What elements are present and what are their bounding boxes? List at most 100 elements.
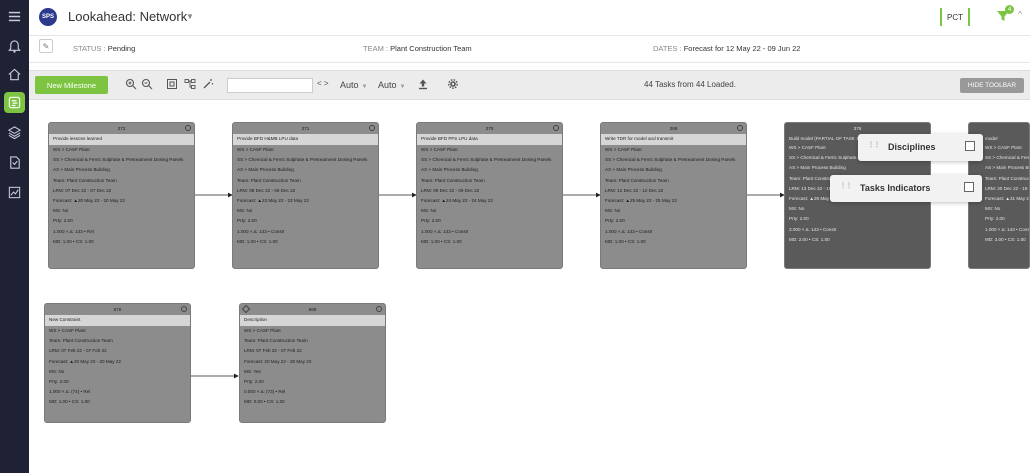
task-field: 1.000 × Δ: (74) • Rel [49, 389, 91, 395]
task-id: 372 [49, 123, 194, 134]
task-options-icon[interactable] [553, 125, 559, 131]
task-id [969, 123, 1029, 134]
drag-handle-icon[interactable]: ⋮⋮ [868, 142, 880, 151]
zoom-out-icon[interactable] [141, 78, 153, 90]
task-field: MD: 1.00 • CS: 1.00 [237, 238, 278, 244]
task-field: MD: 3.00 • CS: 1.00 [985, 236, 1026, 242]
task-id: 369 [601, 123, 746, 134]
task-field: MS: No [421, 208, 437, 214]
task-field: MD: 0.00 • CS: 1.00 [244, 399, 285, 405]
task-card[interactable]: 372 Provide lessons learned WS > CASF Pl… [48, 122, 195, 269]
milestone-card[interactable]: 669 Description WS > CASF Plant Team: Pl… [239, 303, 386, 423]
drag-handle-icon[interactable]: ⋮⋮ [840, 183, 852, 192]
task-field: MS: Yes [244, 368, 261, 374]
zoom-in-icon[interactable] [125, 78, 137, 90]
new-milestone-button[interactable]: New Milestone [35, 76, 108, 94]
task-field: WS > CASF Plant [53, 147, 90, 152]
task-field: Forecast: 20 May 22 - 20 May 22 [244, 358, 312, 364]
task-field: MS: No [789, 206, 805, 212]
edit-pencil-icon[interactable]: ✎ [39, 39, 53, 53]
task-field: LRM: 12 Dec 22 - 12 Dec 22 [605, 187, 664, 193]
task-field: 3.000 × Δ: 143 • Constr [789, 226, 837, 232]
task-field: MD: 1.00 • CS: 1.00 [53, 238, 94, 244]
task-field: Prty: 2.00 [53, 218, 73, 224]
upload-icon[interactable] [417, 78, 429, 90]
task-field: Prty: 2.00 [985, 216, 1005, 222]
chevron-up-icon[interactable]: ^ [1018, 10, 1022, 19]
document-icon[interactable] [4, 152, 25, 173]
app-root: SPS Lookahead: Network ▼ PCT 4 ^ ✎ STATU… [0, 0, 1030, 473]
company-logo[interactable]: SPS [39, 8, 57, 26]
task-field: MS: No [49, 368, 65, 374]
task-field: Prty: 2.00 [421, 218, 441, 224]
layers-icon[interactable] [4, 122, 25, 143]
task-field: Team: Plant Construction Team [421, 177, 485, 183]
task-options-icon[interactable] [185, 125, 191, 131]
network-canvas[interactable]: 372 Provide lessons learned WS > CASF Pl… [29, 101, 1030, 473]
search-nav-arrows[interactable]: < > [317, 79, 329, 88]
task-field: Team: Plant Construction Team [244, 338, 308, 344]
task-field: AS > Main Process Building [985, 165, 1029, 171]
task-card[interactable]: 371 Provide BFD H&MB LPU data WS > CASF … [232, 122, 379, 269]
milestone-diamond-icon [241, 304, 251, 314]
magic-wand-icon[interactable] [202, 78, 214, 90]
disciplines-label: Disciplines [888, 142, 936, 152]
task-card[interactable]: 369 Write TDR for model and transmit WS … [600, 122, 747, 269]
task-field: Forecast: ▲25 May 22 - 25 May 22 [605, 197, 677, 203]
title-chevron-down-icon[interactable]: ▼ [186, 12, 194, 21]
schedule-icon[interactable] [4, 92, 25, 113]
task-field: Forecast: ▲24 May 22 - 24 May 22 [421, 197, 493, 203]
task-field: Prty: 2.00 [237, 218, 257, 224]
zoom-mode-select-1[interactable]: Auto ▼ [340, 80, 367, 90]
task-field: LRM: 08 Dec 22 - 08 Dec 22 [237, 187, 296, 193]
task-field: AS > Main Process Building [605, 167, 662, 173]
task-id-text: 372 [117, 126, 126, 131]
team-info: TEAM : Plant Construction Team [363, 44, 472, 53]
task-id: 670 [45, 304, 190, 315]
task-field: LRM: 07 Feb 22 - 07 Feb 22 [244, 348, 302, 354]
task-id: 669 [240, 304, 385, 315]
hide-toolbar-button[interactable]: HIDE TOOLBAR [960, 78, 1024, 93]
bell-icon[interactable] [4, 36, 25, 57]
task-search-input[interactable] [227, 78, 313, 93]
task-field: WS > CASF Plant [237, 147, 274, 152]
task-id-text: 670 [113, 307, 122, 312]
task-card[interactable]: 370 Provide BFD PFS LPU data WS > CASF P… [416, 122, 563, 269]
pct-toggle[interactable]: PCT [940, 8, 970, 26]
disciplines-checkbox[interactable] [965, 141, 975, 151]
status-label: STATUS [73, 44, 102, 53]
zoom-mode-select-2[interactable]: Auto ▼ [378, 80, 405, 90]
tasks-indicators-option[interactable]: ⋮⋮ Tasks Indicators [830, 175, 982, 202]
task-name: Description [240, 315, 385, 326]
chart-icon[interactable] [4, 182, 25, 203]
task-options-icon[interactable] [369, 125, 375, 131]
home-icon[interactable] [4, 64, 25, 85]
task-card[interactable]: 670 New Constraint WS > CASF Plant Team:… [44, 303, 191, 423]
task-id-text: 370 [485, 126, 494, 131]
task-field: WS > CASF Plant [605, 147, 642, 152]
tasks-indicators-checkbox[interactable] [964, 182, 974, 192]
task-id-text: 369 [669, 126, 678, 131]
task-field: MS: No [605, 208, 621, 214]
network-layout-icon[interactable] [184, 78, 196, 90]
settings-gear-icon[interactable] [447, 78, 459, 90]
task-field: 1.000 × Δ: 143 • Constr [237, 228, 285, 234]
task-id: 371 [233, 123, 378, 134]
task-field: WS > CASF Plant [244, 328, 281, 333]
team-value: Plant Construction Team [390, 44, 472, 53]
dates-info: DATES : Forecast for 12 May 22 - 09 Jun … [653, 44, 801, 53]
task-options-icon[interactable] [376, 306, 382, 312]
dates-value: Forecast for 12 May 22 - 09 Jun 22 [683, 44, 801, 53]
task-id-text: 376 [853, 126, 862, 131]
task-options-icon[interactable] [181, 306, 187, 312]
task-field: MD: 1.00 • CS: 1.00 [421, 238, 462, 244]
fit-to-screen-icon[interactable] [166, 78, 178, 90]
tasks-loaded-status: 44 Tasks from 44 Loaded. [644, 80, 736, 89]
task-options-icon[interactable] [737, 125, 743, 131]
menu-icon[interactable] [4, 6, 25, 27]
zoom-mode-2-value: Auto [378, 80, 397, 90]
disciplines-option[interactable]: ⋮⋮ Disciplines [858, 134, 983, 161]
network-toolbar: New Milestone < > Auto ▼ Auto ▼ 44 Tasks f… [29, 70, 1030, 100]
task-field: Team: Plant Construction Team [53, 177, 117, 183]
zoom-mode-1-value: Auto [340, 80, 359, 90]
